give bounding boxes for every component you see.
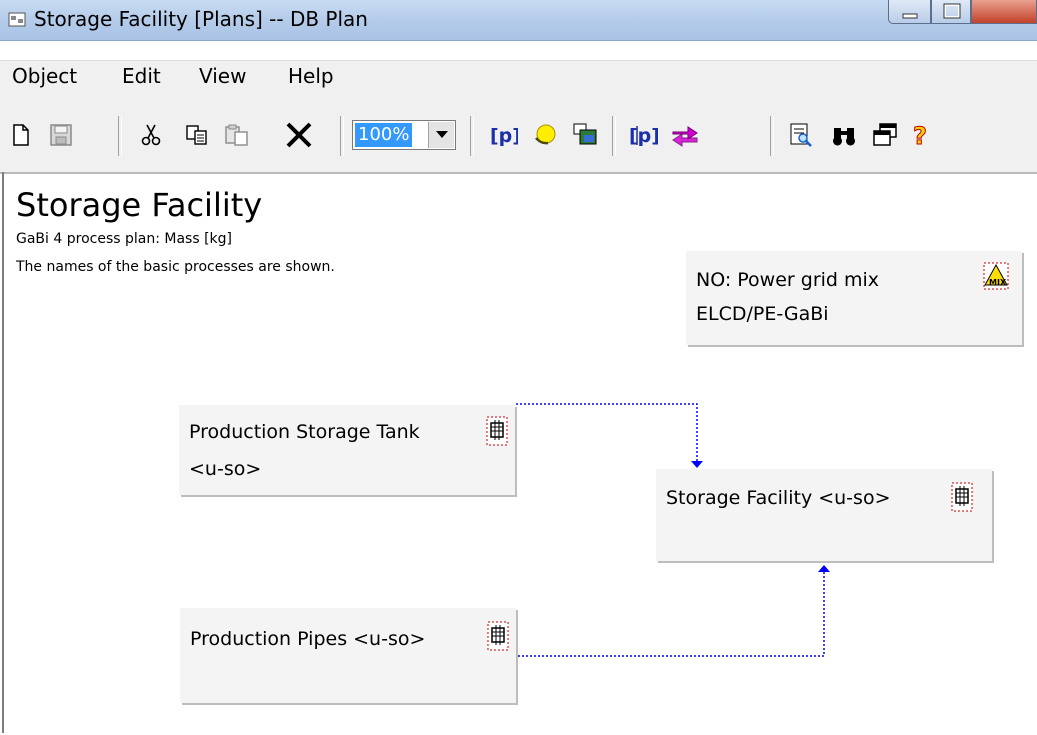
process-label: Production Pipes <u-so> (190, 628, 426, 650)
flow-arrow-down (691, 461, 703, 468)
process-label: NO: Power grid mix (696, 269, 880, 291)
flow-connectors (516, 403, 830, 657)
flow-line-pipes-to-facility (518, 572, 825, 657)
power-mix-icon: MIX (982, 261, 1009, 290)
unit-process-icon (486, 620, 509, 651)
process-box-pipes[interactable]: Production Pipes <u-so> (180, 608, 516, 703)
unit-process-icon (950, 481, 973, 512)
process-label: Production Storage Tank (189, 421, 420, 443)
flow-arrow-up (818, 565, 830, 572)
process-label-source: ELCD/PE-GaBi (696, 303, 829, 325)
flow-line-tank-to-facility (516, 403, 698, 462)
unit-process-icon (485, 415, 508, 446)
process-box-storage-facility[interactable]: Storage Facility <u-so> (656, 469, 992, 561)
process-label-tag: <u-so> (189, 458, 262, 480)
process-label: Storage Facility <u-so> (666, 487, 891, 509)
process-box-power-grid[interactable]: NO: Power grid mix ELCD/PE-GaBi MIX (686, 251, 1022, 345)
process-box-storage-tank[interactable]: Production Storage Tank <u-so> (179, 405, 515, 495)
svg-text:MIX: MIX (989, 278, 1007, 287)
